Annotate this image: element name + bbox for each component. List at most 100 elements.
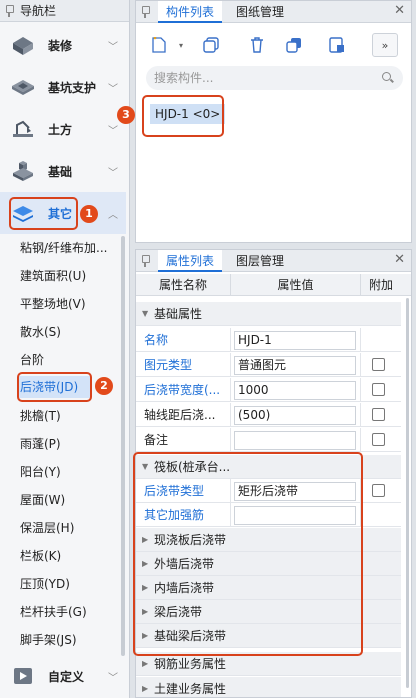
nav-item[interactable]: 散水(S) — [20, 321, 61, 343]
nav-item[interactable]: 阳台(Y) — [20, 461, 61, 483]
nav-item[interactable]: 脚手架(JS) — [20, 629, 77, 651]
close-icon[interactable]: ✕ — [394, 3, 405, 18]
component-tabbar: 构件列表 图纸管理 ✕ — [136, 1, 411, 23]
nav-item[interactable]: 台阶 — [20, 349, 44, 371]
group-basic-properties[interactable]: ▼ 基础属性 — [136, 302, 401, 326]
annotation-badge-1: 1 — [80, 205, 98, 223]
column-header-extra: 附加 — [368, 278, 393, 292]
tab-component-list[interactable]: 构件列表 — [158, 1, 223, 23]
copy-to-layer-button[interactable] — [281, 33, 307, 57]
nav-item[interactable]: 压顶(YD) — [20, 573, 70, 595]
property-row-strip-width: 后浇带宽度(... 1000 — [136, 378, 401, 402]
pin-icon[interactable] — [4, 4, 14, 17]
search-icon[interactable] — [382, 72, 391, 81]
nav-category-label: 基坑支护 — [48, 80, 97, 95]
new-component-button[interactable] — [146, 33, 172, 57]
nav-item[interactable]: 建筑面积(U) — [20, 265, 86, 287]
property-scrollbar[interactable] — [406, 298, 409, 688]
property-label: 后浇带宽度(... — [144, 383, 221, 397]
expand-triangle-icon[interactable]: ▶ — [142, 677, 148, 697]
nav-header: 导航栏 — [0, 0, 129, 22]
nav-scrollbar[interactable] — [121, 236, 125, 656]
collapse-triangle-icon[interactable]: ▼ — [142, 302, 148, 325]
extra-checkbox[interactable] — [372, 383, 385, 396]
nav-category-foundation[interactable]: 基础 ﹀ — [0, 150, 126, 192]
extra-checkbox[interactable] — [372, 358, 385, 371]
nav-item[interactable]: 栏板(K) — [20, 545, 61, 567]
group-civil-properties[interactable]: ▶ 土建业务属性 — [136, 677, 401, 697]
annotation-box-2 — [17, 372, 92, 402]
property-row-axis-distance: 轴线距后浇... (500) — [136, 403, 401, 427]
nav-item[interactable]: 粘钢/纤维布加... — [20, 237, 108, 259]
export-button[interactable] — [324, 33, 350, 57]
pit-support-icon — [10, 76, 36, 98]
foundation-icon — [10, 160, 36, 182]
property-label: 备注 — [144, 433, 169, 447]
chevron-down-icon[interactable]: ﹀ — [108, 122, 118, 137]
column-header-name: 属性名称 — [158, 278, 207, 292]
chevron-down-icon[interactable]: ﹀ — [108, 669, 118, 684]
extra-checkbox[interactable] — [372, 433, 385, 446]
tab-layer-management[interactable]: 图层管理 — [228, 250, 292, 272]
nav-item[interactable]: 保温层(H) — [20, 517, 74, 539]
annotation-box-raft-group — [133, 452, 363, 656]
navigation-panel: 导航栏 装修 ﹀ 基坑支护 ﹀ 土方 ﹀ 基础 ﹀ 其它 ︿ 粘钢/纤维布加..… — [0, 0, 130, 698]
pin-icon[interactable] — [140, 6, 150, 18]
property-label: 名称 — [144, 333, 169, 347]
dropdown-caret-icon[interactable]: ▾ — [174, 33, 188, 57]
tab-drawing-management[interactable]: 图纸管理 — [228, 1, 292, 23]
chevron-down-icon[interactable]: ﹀ — [108, 38, 118, 53]
custom-icon — [10, 665, 36, 687]
column-header-value: 属性值 — [277, 278, 314, 292]
nav-category-earthwork[interactable]: 土方 ﹀ — [0, 108, 126, 150]
pin-icon[interactable] — [140, 255, 150, 267]
group-label: 基础属性 — [154, 307, 203, 321]
property-value-input[interactable]: 普通图元 — [234, 356, 356, 375]
search-input[interactable]: 搜索构件... — [146, 66, 403, 90]
group-label: 钢筋业务属性 — [154, 657, 227, 671]
property-row-remarks: 备注 — [136, 428, 401, 452]
group-label: 土建业务属性 — [154, 682, 227, 696]
nav-category-custom[interactable]: 自定义 ﹀ — [0, 655, 126, 697]
property-value-input[interactable]: HJD-1 — [234, 331, 356, 350]
tab-property-list[interactable]: 属性列表 — [158, 250, 223, 272]
layers-copy-icon — [286, 38, 301, 53]
annotation-badge-2: 2 — [95, 377, 113, 395]
copy-button[interactable] — [198, 33, 224, 57]
extra-checkbox[interactable] — [372, 484, 385, 497]
extra-checkbox[interactable] — [372, 408, 385, 421]
annotation-box-1 — [9, 197, 78, 230]
nav-item[interactable]: 挑檐(T) — [20, 405, 61, 427]
nav-item[interactable]: 屋面(W) — [20, 489, 65, 511]
export-icon — [329, 37, 344, 53]
nav-item[interactable]: 雨蓬(P) — [20, 433, 61, 455]
nav-category-label: 基础 — [48, 164, 73, 179]
nav-title: 导航栏 — [20, 4, 57, 18]
property-label: 图元类型 — [144, 358, 193, 372]
chevron-up-icon[interactable]: ︿ — [108, 206, 118, 221]
property-grid-header: 属性名称 属性值 附加 — [136, 274, 411, 296]
more-button[interactable]: » — [372, 33, 398, 57]
new-file-icon — [152, 37, 166, 53]
property-value-input[interactable]: 1000 — [234, 381, 356, 400]
property-value-input[interactable]: (500) — [234, 406, 356, 425]
delete-button[interactable] — [244, 33, 270, 57]
close-icon[interactable]: ✕ — [394, 252, 405, 267]
decoration-icon — [10, 34, 36, 56]
nav-category-pit-support[interactable]: 基坑支护 ﹀ — [0, 66, 126, 108]
property-label: 轴线距后浇... — [144, 408, 216, 422]
search-placeholder: 搜索构件... — [154, 71, 214, 85]
chevron-down-icon[interactable]: ﹀ — [108, 164, 118, 179]
trash-icon — [251, 37, 263, 53]
nav-category-label: 装修 — [48, 38, 73, 53]
nav-item[interactable]: 平整场地(V) — [20, 293, 86, 315]
nav-category-decoration[interactable]: 装修 ﹀ — [0, 24, 126, 66]
property-value-input[interactable] — [234, 431, 356, 450]
nav-category-label: 自定义 — [48, 669, 85, 684]
copy-icon — [203, 37, 219, 53]
property-row-name: 名称 HJD-1 — [136, 328, 401, 352]
double-chevron-right-icon: » — [381, 38, 389, 52]
nav-item[interactable]: 栏杆扶手(G) — [20, 601, 87, 623]
chevron-down-icon[interactable]: ﹀ — [108, 80, 118, 95]
earthwork-icon — [10, 118, 36, 140]
